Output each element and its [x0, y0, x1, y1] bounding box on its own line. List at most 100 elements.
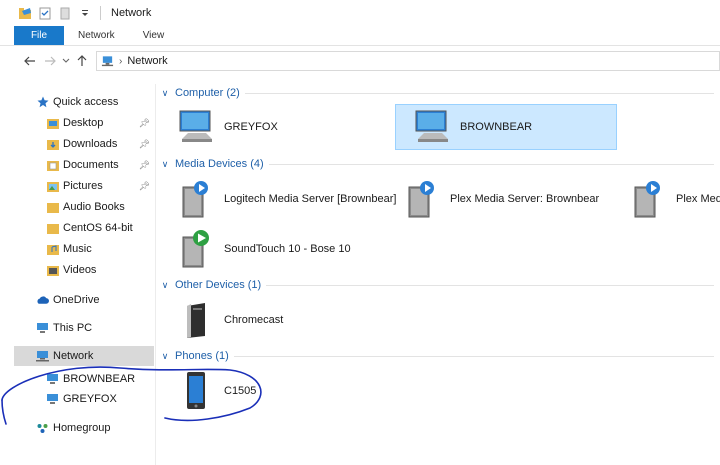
tile-label: BROWNBEAR: [460, 121, 533, 133]
chevron-down-icon: ∨: [161, 158, 169, 169]
title-bar: Network: [0, 0, 720, 26]
tile-greyfox[interactable]: GREYFOX: [160, 104, 380, 150]
breadcrumb-separator-icon: ›: [119, 55, 123, 67]
sidebar-item-homegroup[interactable]: Homegroup: [36, 418, 154, 438]
media-server-icon: [176, 179, 216, 219]
computer-icon: [176, 107, 216, 147]
folder-icon: [46, 201, 59, 214]
downloads-folder-icon: [46, 138, 59, 151]
sidebar-item-label: Audio Books: [63, 201, 125, 213]
group-header-other-devices[interactable]: ∨ Other Devices (1): [160, 277, 720, 293]
sidebar-item-label: OneDrive: [53, 294, 100, 306]
sidebar-item-downloads[interactable]: Downloads 📌︎: [46, 134, 154, 154]
sidebar-item-label: Music: [63, 243, 92, 255]
pin-icon[interactable]: 📌︎: [139, 118, 150, 129]
chevron-down-icon: ∨: [161, 350, 169, 361]
sidebar-item-label: Documents: [63, 159, 119, 171]
pin-icon[interactable]: 📌︎: [139, 139, 150, 150]
up-arrow-icon: [77, 55, 87, 66]
content-area: ∨ Computer (2) GREYFOX BROWNBEAR ∨ Media…: [160, 80, 720, 465]
title-separator: [100, 6, 101, 20]
breadcrumb-network[interactable]: Network: [127, 55, 167, 67]
tab-file[interactable]: File: [14, 26, 64, 45]
address-bar: › Network: [0, 49, 720, 73]
sidebar-item-label: Desktop: [63, 117, 104, 129]
tile-label: SoundTouch 10 - Bose 10: [224, 243, 351, 255]
recent-locations-button[interactable]: [60, 51, 72, 71]
cloud-icon: [36, 294, 49, 307]
sidebar-item-videos[interactable]: Videos: [46, 260, 154, 280]
group-header-computer[interactable]: ∨ Computer (2): [160, 85, 720, 101]
customize-quick-access-icon[interactable]: [78, 6, 92, 20]
computer-icon: [46, 393, 59, 406]
network-icon: [36, 350, 49, 363]
folder-icon: [46, 222, 59, 235]
tile-chromecast[interactable]: Chromecast: [160, 297, 390, 343]
sidebar-item-label: Pictures: [63, 180, 103, 192]
sidebar-item-label: CentOS 64-bit: [63, 222, 133, 234]
group-header-media-devices[interactable]: ∨ Media Devices (4): [160, 156, 720, 172]
pin-icon[interactable]: 📌︎: [139, 181, 150, 192]
media-device-play-icon: [176, 229, 216, 269]
chevron-down-icon: [62, 58, 70, 63]
homegroup-icon: [36, 422, 49, 435]
pictures-folder-icon: [46, 180, 59, 193]
group-title: Phones (1): [175, 350, 229, 362]
sidebar-item-documents[interactable]: Documents 📌︎: [46, 155, 154, 175]
chevron-down-icon: ∨: [161, 279, 169, 290]
network-icon: [101, 55, 114, 68]
sidebar-item-desktop[interactable]: Desktop 📌︎: [46, 113, 154, 133]
desktop-folder-icon: [46, 117, 59, 130]
sidebar-item-audio-books[interactable]: Audio Books: [46, 197, 154, 217]
sidebar-item-centos[interactable]: CentOS 64-bit: [46, 218, 154, 238]
group-divider: [268, 163, 714, 165]
forward-arrow-icon: [45, 56, 56, 66]
sidebar-item-label: BROWNBEAR: [63, 373, 136, 385]
tile-plex-media-cut[interactable]: Plex Media: [612, 176, 720, 222]
pin-icon[interactable]: 📌︎: [139, 160, 150, 171]
sidebar-item-network[interactable]: Network: [14, 346, 154, 366]
sidebar-item-greyfox[interactable]: GREYFOX: [46, 389, 154, 409]
chevron-down-icon: ∨: [161, 87, 169, 98]
navigation-pane: Quick access Desktop 📌︎ Downloads 📌︎ Doc…: [14, 84, 156, 465]
sidebar-item-quick-access[interactable]: Quick access: [36, 92, 154, 112]
properties-icon[interactable]: [38, 6, 52, 20]
window-title: Network: [111, 7, 152, 19]
sidebar-item-label: GREYFOX: [63, 393, 117, 405]
tile-brownbear[interactable]: BROWNBEAR: [395, 104, 617, 150]
group-header-phones[interactable]: ∨ Phones (1): [160, 348, 720, 364]
sidebar-item-brownbear[interactable]: BROWNBEAR: [46, 369, 154, 389]
sidebar-item-this-pc[interactable]: This PC: [36, 318, 154, 338]
tab-view[interactable]: View: [129, 26, 179, 45]
sidebar-item-label: Homegroup: [53, 422, 111, 434]
sidebar-item-onedrive[interactable]: OneDrive: [36, 290, 154, 310]
device-tower-icon: [176, 300, 216, 340]
explorer-app-icon[interactable]: [18, 6, 32, 20]
tile-logitech-media-server[interactable]: Logitech Media Server [Brownbear]: [160, 176, 396, 222]
tile-c1505[interactable]: C1505: [160, 368, 390, 414]
tile-label: Chromecast: [224, 314, 284, 326]
back-arrow-icon: [24, 56, 35, 66]
tab-network[interactable]: Network: [64, 26, 129, 45]
group-divider: [233, 355, 714, 357]
sidebar-item-music[interactable]: Music: [46, 239, 154, 259]
group-divider: [266, 284, 714, 286]
star-icon: [36, 96, 49, 109]
group-title: Other Devices (1): [175, 279, 262, 291]
group-title: Media Devices (4): [175, 158, 264, 170]
group-divider: [244, 92, 714, 94]
tile-label: Logitech Media Server [Brownbear]: [224, 193, 397, 205]
forward-button[interactable]: [40, 51, 60, 71]
group-title: Computer (2): [175, 87, 240, 99]
tile-label: C1505: [224, 385, 257, 397]
sidebar-item-pictures[interactable]: Pictures 📌︎: [46, 176, 154, 196]
new-folder-icon[interactable]: [58, 6, 72, 20]
up-button[interactable]: [72, 51, 92, 71]
computer-icon: [36, 322, 49, 335]
tile-plex-media-server[interactable]: Plex Media Server: Brownbear: [386, 176, 608, 222]
address-path[interactable]: › Network: [96, 51, 720, 71]
sidebar-item-label: Quick access: [53, 96, 119, 108]
back-button[interactable]: [20, 51, 40, 71]
tile-soundtouch[interactable]: SoundTouch 10 - Bose 10: [160, 226, 390, 272]
tile-label: GREYFOX: [224, 121, 278, 133]
